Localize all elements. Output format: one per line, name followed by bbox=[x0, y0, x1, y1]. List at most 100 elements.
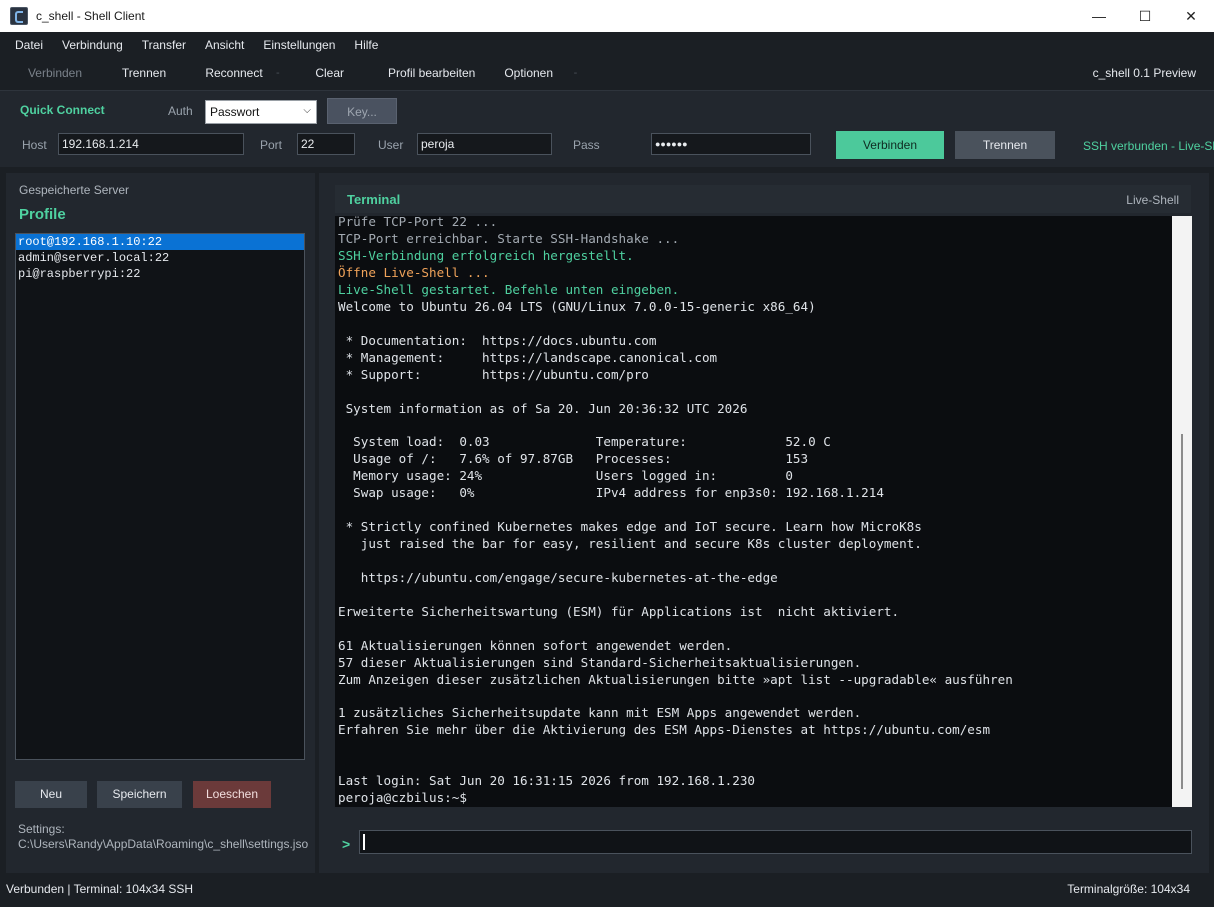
terminal-line: * Documentation: https://docs.ubuntu.com bbox=[338, 332, 657, 348]
terminal-line: Erfahren Sie mehr über die Aktivierung d… bbox=[338, 722, 991, 738]
terminal-line: Zum Anzeigen dieser zusätzlichen Aktuali… bbox=[338, 671, 1013, 687]
connection-status: SSH verbunden - Live-Shell bbox=[1083, 139, 1214, 153]
status-terminal-size: Terminalgröße: 104x34 bbox=[1067, 882, 1190, 896]
prompt-chevron-icon: > bbox=[342, 836, 351, 852]
terminal-line: * Management: https://landscape.canonica… bbox=[338, 349, 718, 365]
menu-einstellungen[interactable]: Einstellungen bbox=[254, 38, 344, 52]
toolbar-options-button[interactable]: Optionen bbox=[494, 66, 564, 80]
terminal-line: System load: 0.03 Temperature: 52.0 C bbox=[338, 434, 831, 450]
terminal-mode-badge: Live-Shell bbox=[1126, 193, 1179, 207]
terminal-panel: Terminal Live-Shell Prüfe TCP-Port 22 ..… bbox=[319, 173, 1209, 873]
terminal-line: 57 dieser Aktualisierungen sind Standard… bbox=[338, 654, 862, 670]
command-input[interactable] bbox=[359, 830, 1192, 854]
menu-datei[interactable]: Datei bbox=[6, 38, 52, 52]
terminal-line: Welcome to Ubuntu 26.04 LTS (GNU/Linux 7… bbox=[338, 298, 816, 314]
terminal-line: peroja@czbilus:~$ bbox=[338, 790, 467, 806]
list-item[interactable]: root@192.168.1.10:22 bbox=[16, 234, 304, 250]
terminal-scrollbar[interactable] bbox=[1172, 216, 1192, 807]
terminal-line: System information as of Sa 20. Jun 20:3… bbox=[338, 400, 748, 416]
toolbar-connect-button[interactable]: Verbinden bbox=[20, 66, 90, 80]
status-connection: Verbunden | Terminal: 104x34 SSH bbox=[6, 882, 194, 896]
quick-connect-title: Quick Connect bbox=[20, 103, 105, 117]
pass-label: Pass bbox=[573, 138, 600, 152]
terminal-line: Erweiterte Sicherheitswartung (ESM) für … bbox=[338, 603, 900, 619]
app-icon bbox=[10, 7, 28, 25]
terminal-line: Live-Shell gestartet. Befehle unten eing… bbox=[338, 281, 680, 297]
saved-servers-caption: Gespeicherte Server bbox=[19, 183, 130, 197]
terminal-line: 61 Aktualisierungen können sofort angewe… bbox=[338, 637, 733, 653]
terminal-line: TCP-Port erreichbar. Starte SSH-Handshak… bbox=[338, 231, 680, 247]
port-label: Port bbox=[260, 138, 283, 152]
toolbar-clear-button[interactable]: Clear bbox=[300, 66, 360, 80]
terminal-line: * Support: https://ubuntu.com/pro bbox=[338, 366, 649, 382]
terminal-line: SSH-Verbindung erfolgreich hergestellt. bbox=[338, 248, 634, 264]
quick-connect-panel: Quick Connect Auth Passwort ⌵ Key... Hos… bbox=[0, 90, 1214, 167]
status-bar: Verbunden | Terminal: 104x34 SSH Termina… bbox=[0, 877, 1214, 899]
list-item[interactable]: pi@raspberrypi:22 bbox=[16, 266, 304, 282]
window-title: c_shell - Shell Client bbox=[36, 9, 145, 23]
toolbar: Verbinden Trennen Reconnect - Clear Prof… bbox=[0, 58, 1214, 88]
menu-ansicht[interactable]: Ansicht bbox=[196, 38, 253, 52]
terminal-line: Öffne Live-Shell ... bbox=[338, 265, 490, 280]
menu-verbindung[interactable]: Verbindung bbox=[53, 38, 132, 52]
save-profile-button[interactable]: Speichern bbox=[97, 781, 182, 808]
disconnect-button[interactable]: Trennen bbox=[955, 131, 1055, 159]
chevron-down-icon: ⌵ bbox=[303, 105, 311, 116]
host-label: Host bbox=[22, 138, 47, 152]
toolbar-disconnect-button[interactable]: Trennen bbox=[104, 66, 184, 80]
app-version: c_shell 0.1 Preview bbox=[1092, 66, 1196, 80]
terminal-line: 1 zusätzliches Sicherheitsupdate kann mi… bbox=[338, 705, 862, 721]
auth-label: Auth bbox=[168, 104, 193, 118]
toolbar-separator: - bbox=[276, 67, 280, 79]
new-profile-button[interactable]: Neu bbox=[15, 781, 87, 808]
user-input[interactable]: peroja bbox=[417, 133, 552, 155]
auth-select[interactable]: Passwort ⌵ bbox=[205, 100, 317, 124]
list-item[interactable]: admin@server.local:22 bbox=[16, 250, 304, 266]
menu-transfer[interactable]: Transfer bbox=[133, 38, 195, 52]
terminal-line: Prüfe TCP-Port 22 ... bbox=[338, 216, 498, 230]
minimize-button[interactable]: — bbox=[1076, 0, 1122, 32]
connect-button[interactable]: Verbinden bbox=[836, 131, 944, 159]
terminal-lines: Prüfe TCP-Port 22 ... TCP-Port erreichbar… bbox=[338, 216, 1013, 807]
menu-hilfe[interactable]: Hilfe bbox=[345, 38, 387, 52]
terminal-header: Terminal Live-Shell bbox=[335, 185, 1191, 213]
title-bar: c_shell - Shell Client — ☐ ✕ bbox=[0, 0, 1214, 32]
toolbar-edit-profile-button[interactable]: Profil bearbeiten bbox=[382, 66, 482, 80]
terminal-line: Last login: Sat Jun 20 16:31:15 2026 fro… bbox=[338, 773, 756, 789]
host-input[interactable]: 192.168.1.214 bbox=[58, 133, 244, 155]
profiles-title: Profile bbox=[19, 206, 66, 223]
terminal-line: Swap usage: 0% IPv4 address for enp3s0: … bbox=[338, 485, 884, 501]
close-window-button[interactable]: ✕ bbox=[1168, 0, 1214, 32]
terminal-line: Memory usage: 24% Users logged in: 0 bbox=[338, 468, 793, 484]
menu-bar: Datei Verbindung Transfer Ansicht Einste… bbox=[0, 32, 1214, 58]
maximize-icon: ☐ bbox=[1138, 7, 1152, 24]
auth-select-value: Passwort bbox=[210, 105, 260, 119]
window-controls: — ☐ ✕ bbox=[1076, 0, 1214, 32]
password-input[interactable]: ●●●●●● bbox=[651, 133, 811, 155]
port-input[interactable]: 22 bbox=[297, 133, 355, 155]
toolbar-reconnect-button[interactable]: Reconnect bbox=[194, 66, 274, 80]
maximize-button[interactable]: ☐ bbox=[1122, 0, 1168, 32]
terminal-title: Terminal bbox=[347, 192, 401, 207]
profile-sidebar: Gespeicherte Server Profile root@192.168… bbox=[6, 173, 315, 873]
terminal-line: just raised the bar for easy, resilient … bbox=[338, 536, 922, 551]
settings-label: Settings: bbox=[18, 822, 65, 836]
terminal-line: Usage of /: 7.6% of 97.87GB Processes: 1… bbox=[338, 451, 809, 467]
delete-profile-button[interactable]: Loeschen bbox=[193, 781, 271, 808]
key-button[interactable]: Key... bbox=[327, 98, 397, 124]
minimize-icon: — bbox=[1092, 8, 1106, 24]
user-label: User bbox=[378, 138, 404, 152]
terminal-line: * Strictly confined Kubernetes makes edg… bbox=[338, 519, 922, 535]
terminal-output[interactable]: Prüfe TCP-Port 22 ... TCP-Port erreichbar… bbox=[335, 216, 1172, 807]
text-caret bbox=[363, 834, 365, 850]
scrollbar-thumb[interactable] bbox=[1181, 434, 1183, 789]
profile-list[interactable]: root@192.168.1.10:22 admin@server.local:… bbox=[15, 233, 305, 760]
